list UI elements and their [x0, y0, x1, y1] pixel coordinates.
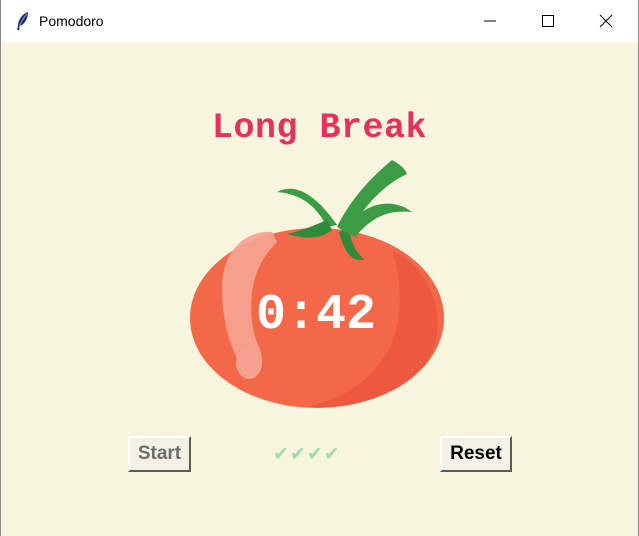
- start-button[interactable]: Start: [128, 436, 191, 472]
- timer-label: Long Break: [211, 108, 428, 148]
- maximize-icon: [542, 15, 554, 27]
- minimize-icon: [484, 20, 496, 22]
- app-window: Pomodoro Long Break 0:42 Start ✔✔✔✔ Rese…: [0, 0, 639, 536]
- tomato-icon: [190, 160, 444, 408]
- feather-icon: [14, 11, 32, 31]
- completed-sessions-checkmarks: ✔✔✔✔: [273, 443, 341, 465]
- maximize-button[interactable]: [519, 0, 577, 42]
- title-bar[interactable]: Pomodoro: [1, 0, 638, 42]
- close-button[interactable]: [577, 0, 635, 42]
- timer-display: 0:42: [255, 287, 377, 344]
- reset-button[interactable]: Reset: [440, 436, 512, 472]
- minimize-button[interactable]: [461, 0, 519, 42]
- close-icon: [599, 14, 613, 28]
- window-title: Pomodoro: [39, 13, 104, 29]
